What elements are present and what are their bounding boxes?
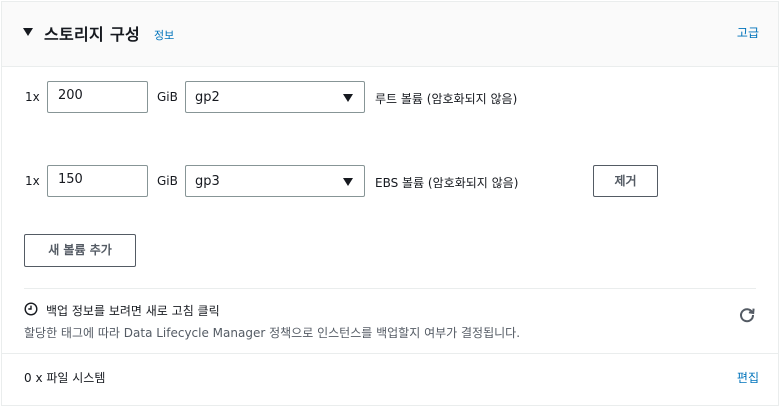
volume-size-input[interactable]: 200 xyxy=(47,81,148,113)
storage-config-panel: 스토리지 구성 정보 고급 1x 200 GiB gp2 루트 볼륨 (암호화되… xyxy=(1,1,779,406)
dropdown-arrow-icon xyxy=(343,94,353,102)
volume-multiplier: 1x xyxy=(25,174,40,188)
collapse-caret-icon[interactable] xyxy=(23,28,33,36)
volume-type-select[interactable]: gp2 xyxy=(185,81,365,113)
add-volume-button[interactable]: 새 볼륨 추가 xyxy=(24,234,136,267)
volume-type-value: gp3 xyxy=(195,174,220,189)
volume-type-value: gp2 xyxy=(195,90,220,105)
advanced-link[interactable]: 고급 xyxy=(737,24,759,41)
volume-size-input[interactable]: 150 xyxy=(47,165,148,197)
volume-unit: GiB xyxy=(157,174,178,188)
volume-row-root: 1x 200 GiB gp2 루트 볼륨 (암호화되지 않음) xyxy=(2,81,778,115)
panel-title[interactable]: 스토리지 구성 xyxy=(44,21,140,45)
volume-label: 루트 볼륨 (암호화되지 않음) xyxy=(375,92,518,106)
file-systems-label: 0 x 파일 시스템 xyxy=(24,371,106,385)
info-link[interactable]: 정보 xyxy=(154,27,174,43)
backup-title: 백업 정보를 보려면 새로 고침 클릭 xyxy=(46,304,220,318)
remove-volume-button[interactable]: 제거 xyxy=(593,165,658,197)
dropdown-arrow-icon xyxy=(343,178,353,186)
backup-description: 할당한 태그에 따라 Data Lifecycle Manager 정책으로 인… xyxy=(24,326,521,340)
refresh-icon[interactable] xyxy=(738,306,756,324)
volume-unit: GiB xyxy=(157,90,178,104)
divider xyxy=(24,288,756,289)
volume-label: EBS 볼륨 (암호화되지 않음) xyxy=(375,176,519,190)
volume-multiplier: 1x xyxy=(25,90,40,104)
panel-header: 스토리지 구성 정보 고급 xyxy=(2,2,778,67)
clock-icon xyxy=(24,302,38,316)
edit-file-systems-link[interactable]: 편집 xyxy=(737,369,759,386)
volume-row-ebs: 1x 150 GiB gp3 EBS 볼륨 (암호화되지 않음) 제거 xyxy=(2,165,778,199)
volume-type-select[interactable]: gp3 xyxy=(185,165,365,197)
divider xyxy=(2,353,778,354)
